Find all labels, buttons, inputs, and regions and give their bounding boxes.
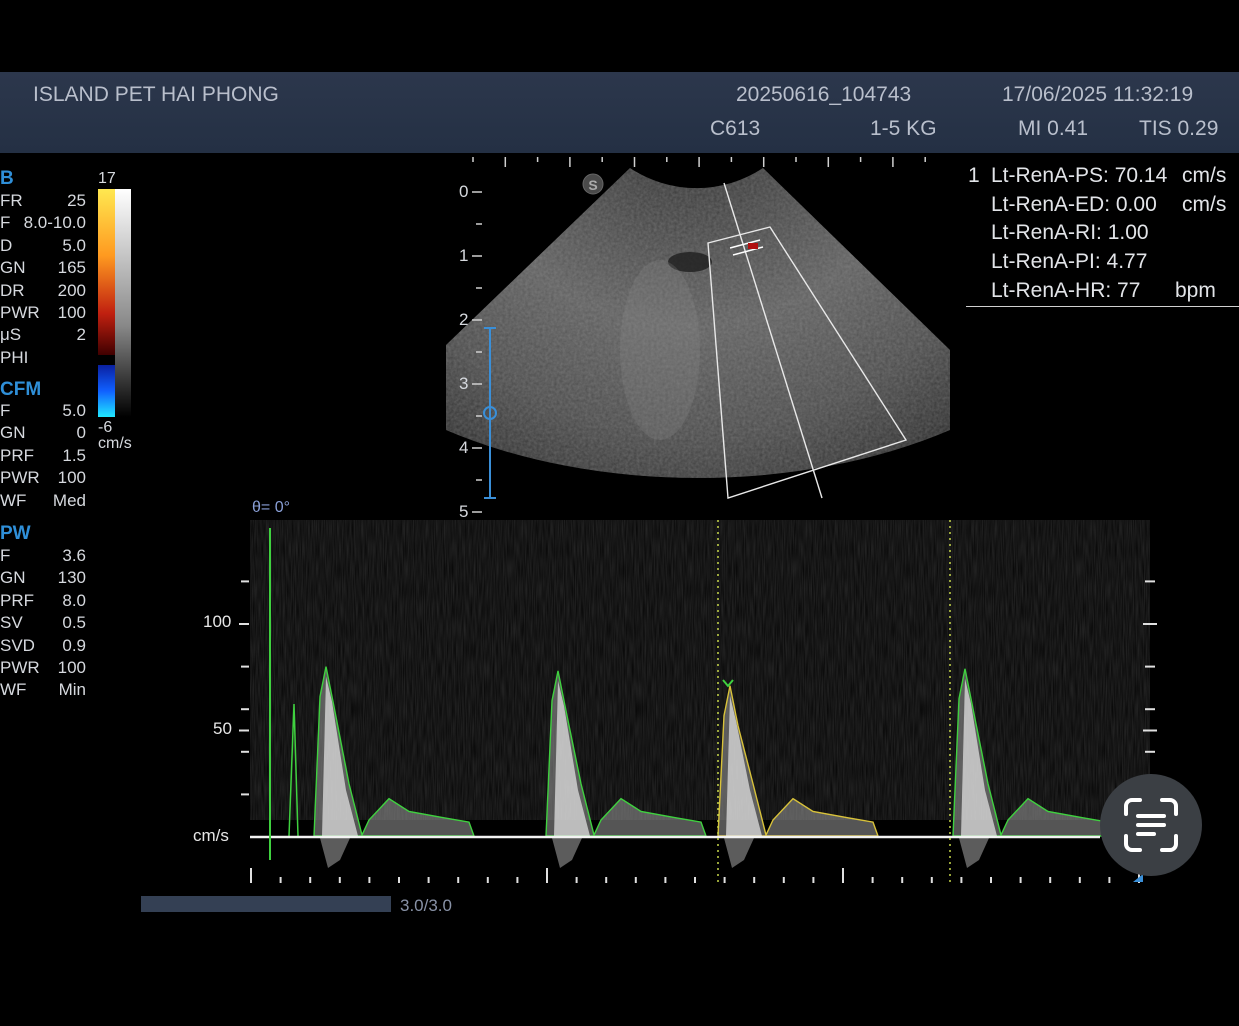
time-ruler [250, 868, 1140, 883]
spectral-mirror [959, 838, 989, 868]
y-label-100: 100 [203, 612, 232, 631]
spectral-mirror [552, 838, 582, 868]
spectrum-noise [250, 520, 1150, 820]
text-scan-button[interactable] [1100, 774, 1202, 876]
text-scan-icon [1124, 798, 1178, 852]
doppler-spectrum [239, 520, 1157, 883]
y-label-50: 50 [213, 719, 232, 738]
y-unit-label: cm/s [193, 826, 229, 845]
cine-frame-label: 3.0/3.0 [400, 896, 452, 915]
cine-progress-bar[interactable] [141, 896, 391, 912]
spectral-mirror [724, 838, 754, 868]
angle-correction: θ= 0° [252, 499, 290, 516]
spectral-mirror [320, 838, 350, 868]
